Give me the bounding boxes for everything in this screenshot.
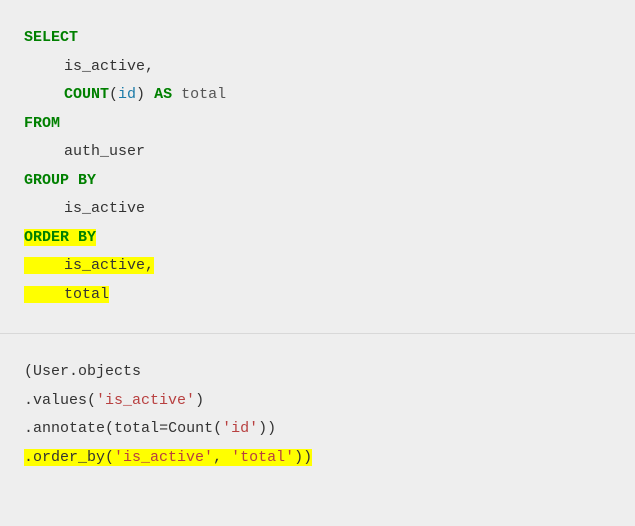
- sql-count-open: (: [109, 86, 118, 103]
- py-values-close: ): [195, 392, 204, 409]
- sql-count-arg: id: [118, 86, 136, 103]
- py-objects: objects: [78, 363, 141, 380]
- sql-obcol2-line: total: [24, 281, 611, 310]
- py-count-close: )): [258, 420, 276, 437]
- sql-as-kw: AS: [154, 86, 172, 103]
- sql-select-kw: SELECT: [24, 29, 78, 46]
- sql-from-line: FROM: [24, 110, 611, 139]
- py-dot3: .: [24, 420, 33, 437]
- py-user: User: [33, 363, 69, 380]
- sql-select-line: SELECT: [24, 24, 611, 53]
- python-block: (User.objects .values('is_active') .anno…: [0, 334, 635, 496]
- py-order-by: order_by: [33, 449, 105, 466]
- py-dot2: .: [24, 392, 33, 409]
- py-count-open: (: [213, 420, 222, 437]
- py-values: values: [33, 392, 87, 409]
- py-ob-arg2: 'total': [231, 449, 294, 466]
- sql-count-fn: COUNT: [64, 86, 109, 103]
- py-annotate: annotate: [33, 420, 105, 437]
- py-ob-close: )): [294, 449, 312, 466]
- py-dot4: .: [24, 449, 33, 466]
- sql-groupcol-line: is_active: [24, 195, 611, 224]
- py-ann-kw: total: [114, 420, 159, 437]
- py-dot1: .: [69, 363, 78, 380]
- py-ob-arg1: 'is_active': [114, 449, 213, 466]
- py-ann-open: (: [105, 420, 114, 437]
- sql-groupby-kw: GROUP BY: [24, 172, 96, 189]
- sql-orderby-kw: ORDER BY: [24, 229, 96, 246]
- sql-table-line: auth_user: [24, 138, 611, 167]
- py-line1: (User.objects: [24, 358, 611, 387]
- py-line3: .annotate(total=Count('id')): [24, 415, 611, 444]
- sql-count-close: ): [136, 86, 145, 103]
- sql-block: SELECT is_active, COUNT(id) AS total FRO…: [0, 0, 635, 333]
- sql-col-is-active: is_active,: [64, 58, 154, 75]
- py-line2: .values('is_active'): [24, 387, 611, 416]
- py-ob-open: (: [105, 449, 114, 466]
- sql-obcol1-line: is_active,: [24, 252, 611, 281]
- py-values-arg: 'is_active': [96, 392, 195, 409]
- sql-alias: total: [181, 86, 226, 103]
- sql-orderby-line: ORDER BY: [24, 224, 611, 253]
- py-line4: .order_by('is_active', 'total')): [24, 444, 611, 473]
- py-count: Count: [168, 420, 213, 437]
- sql-ob-col2: total: [64, 286, 109, 303]
- sql-table: auth_user: [64, 143, 145, 160]
- sql-col1-line: is_active,: [24, 53, 611, 82]
- sql-from-kw: FROM: [24, 115, 60, 132]
- sql-groupby-line: GROUP BY: [24, 167, 611, 196]
- py-open-paren: (: [24, 363, 33, 380]
- py-values-open: (: [87, 392, 96, 409]
- py-count-arg: 'id': [222, 420, 258, 437]
- py-ob-comma: ,: [213, 449, 231, 466]
- sql-ob-col1: is_active,: [64, 257, 154, 274]
- sql-group-col: is_active: [64, 200, 145, 217]
- sql-count-line: COUNT(id) AS total: [24, 81, 611, 110]
- py-ann-eq: =: [159, 420, 168, 437]
